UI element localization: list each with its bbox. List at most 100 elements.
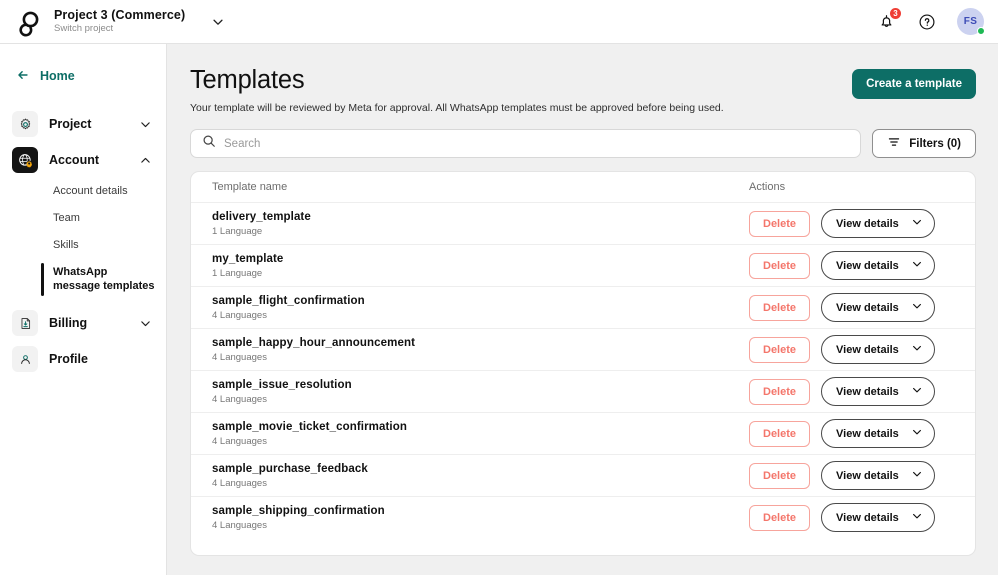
delete-button[interactable]: Delete [749,379,810,405]
search-box[interactable] [190,129,861,158]
view-details-button[interactable]: View details [821,419,935,448]
delete-button[interactable]: Delete [749,463,810,489]
template-name: delivery_template [212,211,749,223]
notifications-button[interactable]: 3 [875,11,897,33]
template-language-count: 4 Languages [212,352,749,363]
filters-button-label: Filters (0) [909,138,961,150]
view-details-button[interactable]: View details [821,209,935,238]
topbar-actions: 3 FS [875,8,984,35]
help-circle-icon[interactable] [916,11,938,33]
cell-actions: Delete View details [749,293,954,322]
chevron-down-icon[interactable] [211,15,225,29]
brand-block[interactable]: Project 3 (Commerce) Switch project [12,7,225,37]
delete-button[interactable]: Delete [749,211,810,237]
invoice-icon [12,310,38,336]
template-language-count: 1 Language [212,226,749,237]
chevron-down-icon [911,342,923,357]
cell-actions: Delete View details [749,209,954,238]
page-subtitle: Your template will be reviewed by Meta f… [190,102,852,114]
cell-actions: Delete View details [749,251,954,280]
filters-button[interactable]: Filters (0) [872,129,976,158]
chevron-down-icon [911,468,923,483]
chevron-up-icon[interactable] [139,154,152,167]
template-name: my_template [212,253,749,265]
sidebar-home-label: Home [40,69,75,83]
sidebar-item-project[interactable]: Project [0,106,166,142]
view-details-label: View details [836,344,899,356]
sidebar-subitem-account-details[interactable]: Account details [0,178,166,205]
brand-logo-icon [12,7,42,37]
sidebar-submenu-account: Account details Team Skills WhatsApp mes… [0,178,166,300]
cell-actions: Delete View details [749,461,954,490]
view-details-button[interactable]: View details [821,251,935,280]
template-language-count: 4 Languages [212,478,749,489]
template-name: sample_shipping_confirmation [212,505,749,517]
column-header-actions: Actions [749,181,954,193]
search-input[interactable] [224,138,849,150]
cell-actions: Delete View details [749,419,954,448]
page-header: Templates Your template will be reviewed… [190,66,976,114]
chevron-down-icon [911,300,923,315]
create-template-button[interactable]: Create a template [852,69,976,99]
chevron-down-icon [911,258,923,273]
view-details-button[interactable]: View details [821,377,935,406]
template-name: sample_movie_ticket_confirmation [212,421,749,433]
table-body: delivery_template1 LanguageDeleteView de… [191,202,975,538]
view-details-button[interactable]: View details [821,461,935,490]
sidebar-item-label-profile: Profile [49,352,152,366]
page-title: Templates [190,66,852,95]
delete-button[interactable]: Delete [749,505,810,531]
template-name: sample_purchase_feedback [212,463,749,475]
app-root: Project 3 (Commerce) Switch project 3 [0,0,998,575]
delete-button[interactable]: Delete [749,337,810,363]
template-name: sample_happy_hour_announcement [212,337,749,349]
table-row: sample_purchase_feedback 4 LanguagesDelet… [191,454,975,496]
gear-icon [12,111,38,137]
cell-template-name: sample_movie_ticket_confirmation4 Langua… [212,421,749,447]
template-name: sample_issue_resolution [212,379,749,391]
table-row: sample_happy_hour_announcement 4 Language… [191,328,975,370]
sidebar-item-billing[interactable]: Billing [0,305,166,341]
view-details-label: View details [836,218,899,230]
chevron-down-icon[interactable] [139,317,152,330]
cell-template-name: sample_happy_hour_announcement 4 Language… [212,337,749,363]
sidebar-subitem-whatsapp-message-templates[interactable]: WhatsApp message templates [0,259,166,301]
sidebar: Home Project [0,44,167,575]
sidebar-item-label-account: Account [49,153,128,167]
project-selector[interactable]: Project 3 (Commerce) Switch project [54,8,185,34]
template-language-count: 4 Languages [212,310,749,321]
delete-button[interactable]: Delete [749,253,810,279]
person-icon [12,346,38,372]
sidebar-item-account[interactable]: Account [0,142,166,178]
sidebar-item-profile[interactable]: Profile [0,341,166,377]
table-row: sample_movie_ticket_confirmation4 Langua… [191,412,975,454]
view-details-button[interactable]: View details [821,335,935,364]
view-details-button[interactable]: View details [821,503,935,532]
body-row: Home Project [0,44,998,575]
view-details-button[interactable]: View details [821,293,935,322]
toolbar: Filters (0) [190,129,976,158]
project-name: Project 3 (Commerce) [54,8,185,22]
delete-button[interactable]: Delete [749,421,810,447]
chevron-down-icon [911,510,923,525]
table-row: sample_issue_resolution4 LanguagesDelete… [191,370,975,412]
chevron-down-icon[interactable] [139,118,152,131]
cell-template-name: delivery_template 1 Language [212,211,749,237]
delete-button[interactable]: Delete [749,295,810,321]
sidebar-item-label-project: Project [49,117,128,131]
sidebar-home-link[interactable]: Home [0,62,166,90]
sidebar-subitem-team[interactable]: Team [0,205,166,232]
table-row: my_template1 LanguageDeleteView details [191,244,975,286]
search-icon [202,134,216,153]
table-row: sample_shipping_confirmation4 LanguagesD… [191,496,975,538]
cell-actions: Delete View details [749,503,954,532]
sidebar-subitem-skills[interactable]: Skills [0,232,166,259]
table-row: sample_flight_confirmation4 LanguagesDel… [191,286,975,328]
column-header-template-name: Template name [212,181,749,193]
view-details-label: View details [836,428,899,440]
table-row: delivery_template 1 LanguageDelete View de… [191,202,975,244]
avatar[interactable]: FS [957,8,984,35]
cell-actions: Delete View details [749,377,954,406]
cell-actions: Delete View details [749,335,954,364]
sidebar-nav: Project [0,106,166,377]
